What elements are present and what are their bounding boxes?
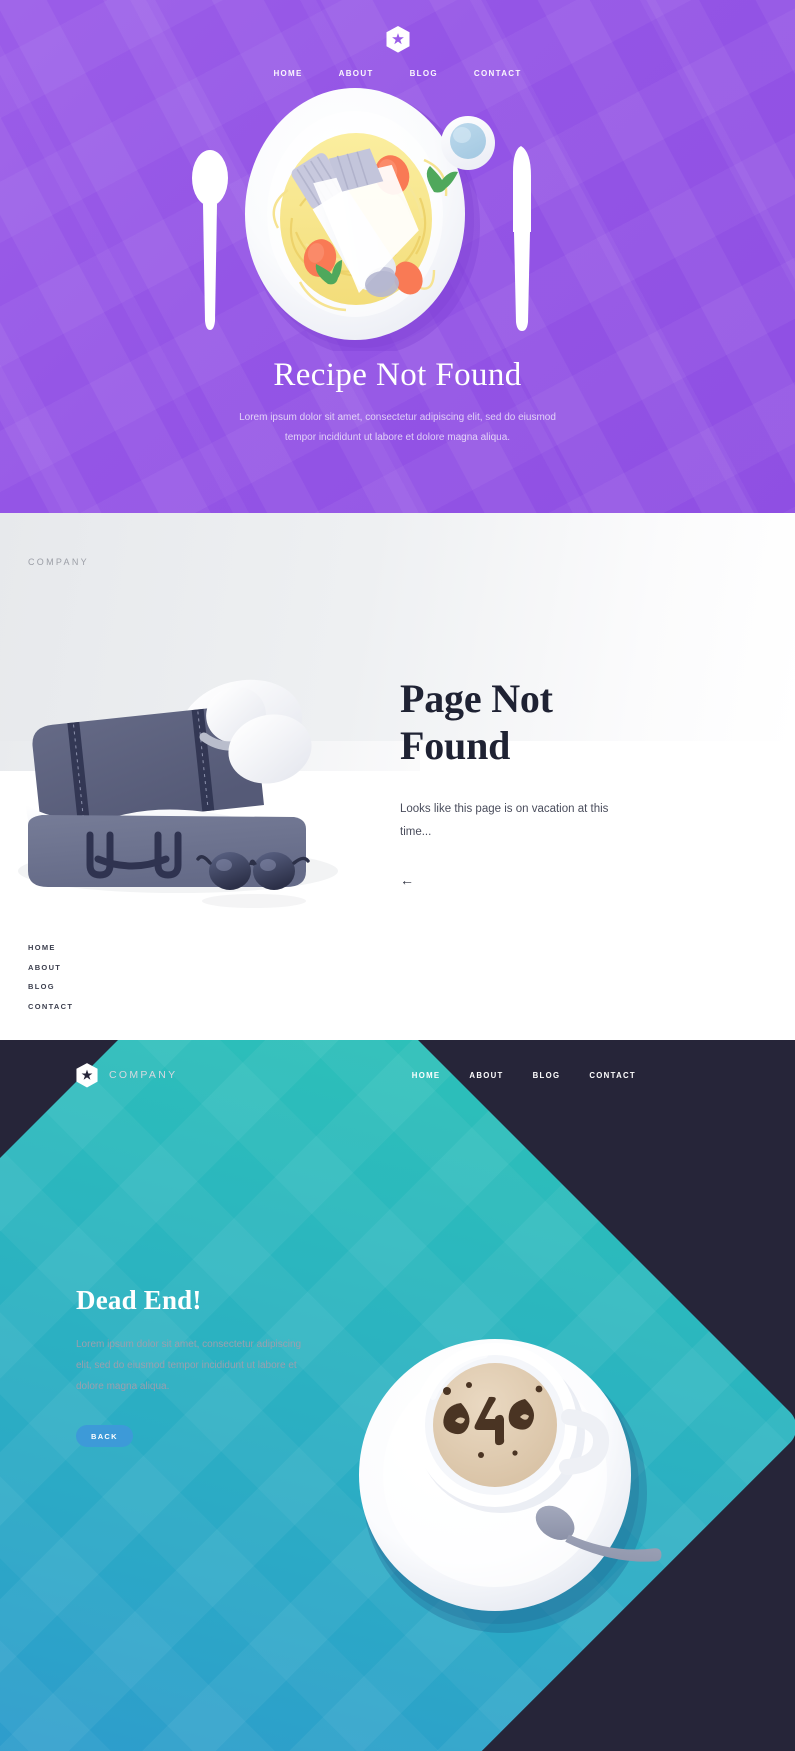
nav-item-blog[interactable]: BLOG (410, 69, 438, 78)
arrow-left-icon[interactable]: ← (400, 872, 418, 888)
company-label: COMPANY (28, 557, 89, 567)
nav-item-home[interactable]: HOME (273, 69, 302, 78)
coffee-cup-illustration (355, 1325, 685, 1660)
nav-item-contact[interactable]: CONTACT (589, 1071, 636, 1080)
page-description-dead-end: Lorem ipsum dolor sit amet, consectetur … (76, 1334, 316, 1397)
nav-item-about[interactable]: ABOUT (339, 69, 374, 78)
title-line-2: Found (400, 723, 511, 768)
nav-item-contact[interactable]: CONTACT (474, 69, 522, 78)
suitcase-illustration (0, 653, 398, 928)
page-not-found-copy: Page Not Found Looks like this page is o… (400, 675, 760, 888)
bottom-nav-vacation: HOME ABOUT BLOG CONTACT (28, 943, 73, 1021)
description-line-1: Lorem ipsum dolor sit amet, consectetur (76, 1339, 254, 1350)
panel-recipe-not-found: HOME ABOUT BLOG CONTACT Recipe Not Found… (0, 0, 795, 513)
nav-item-home[interactable]: HOME (412, 1071, 441, 1080)
spoon-icon (192, 150, 228, 330)
hexagon-star-icon[interactable] (386, 26, 410, 53)
panel-dead-end: COMPANY HOME ABOUT BLOG CONTACT Dead End… (0, 1040, 795, 1751)
nav-item-about[interactable]: ABOUT (469, 1071, 503, 1080)
back-button[interactable]: BACK (76, 1425, 133, 1447)
title-line-1: Page Not (400, 676, 553, 721)
water-bowl-icon (441, 116, 495, 170)
nav-list-dead-end: HOME ABOUT BLOG CONTACT (412, 1071, 636, 1080)
error-pages-showcase: HOME ABOUT BLOG CONTACT Recipe Not Found… (0, 0, 795, 1751)
page-subtitle-recipe: Lorem ipsum dolor sit amet, consectetur … (0, 408, 795, 448)
knife-icon (513, 146, 531, 331)
top-nav-recipe: HOME ABOUT BLOG CONTACT (0, 69, 795, 78)
subtitle-line-2: tempor incididunt ut labore et dolore ma… (284, 432, 511, 443)
subtitle-line-1: Lorem ipsum dolor sit amet, consectetur … (239, 412, 556, 423)
page-title-vacation: Page Not Found (400, 675, 760, 769)
nav-item-about[interactable]: ABOUT (28, 963, 73, 972)
hexagon-star-icon[interactable] (76, 1062, 98, 1088)
nav-item-blog[interactable]: BLOG (533, 1071, 561, 1080)
panel-page-not-found: COMPANY Page Not Found Looks like this p… (0, 513, 795, 1040)
pasta-plate-illustration (0, 86, 795, 356)
brand[interactable]: COMPANY (76, 1062, 178, 1088)
page-title-dead-end: Dead End! (76, 1285, 202, 1315)
top-nav-dead-end: COMPANY HOME ABOUT BLOG CONTACT (0, 1040, 795, 1110)
page-description-vacation: Looks like this page is on vacation at t… (400, 803, 609, 838)
page-title-recipe: Recipe Not Found (273, 357, 522, 393)
nav-item-home[interactable]: HOME (28, 943, 73, 952)
brand-name: COMPANY (109, 1069, 178, 1081)
nav-item-blog[interactable]: BLOG (28, 982, 73, 991)
nav-item-contact[interactable]: CONTACT (28, 1002, 73, 1011)
dead-end-copy: Dead End! Lorem ipsum dolor sit amet, co… (76, 1285, 376, 1447)
